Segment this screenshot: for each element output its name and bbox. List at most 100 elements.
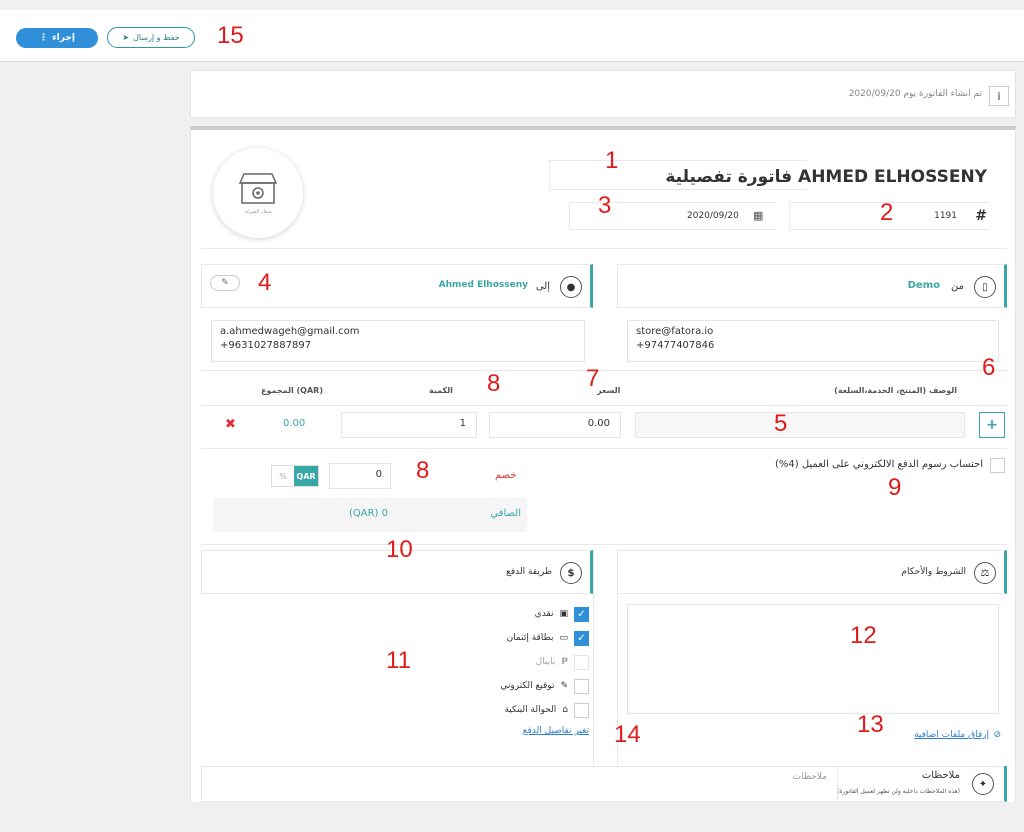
- signature-label: توقيع الكتروني: [500, 681, 555, 691]
- payment-method-signature[interactable]: ✎ توقيع الكتروني: [389, 675, 589, 697]
- notes-panel: ✦ ملاحظات (هذه الملاحظات داخلية ولن تظهر…: [201, 766, 1007, 802]
- quantity-header: الكمية: [429, 386, 453, 395]
- price-input[interactable]: 0.00: [489, 412, 621, 438]
- discount-type-toggle[interactable]: % QAR: [271, 465, 319, 487]
- total-header: المجموع (QAR): [261, 386, 323, 395]
- signature-checkbox[interactable]: [574, 678, 589, 694]
- paypal-icon: P: [561, 657, 568, 667]
- description-header: الوصف (المنتج، الخدمة،السلعة): [834, 386, 957, 395]
- cash-icon: ▣: [559, 609, 568, 619]
- card-label: بطاقة إئتمان: [506, 633, 554, 643]
- from-address[interactable]: store@fatora.io +97477407846: [627, 320, 999, 362]
- attach-files-link[interactable]: إرفاق ملفات اضافية: [914, 730, 989, 740]
- to-address[interactable]: a.ahmedwageh@gmail.com +9631027887897: [211, 320, 585, 362]
- save-send-label: حفظ و إرسال: [133, 33, 180, 42]
- info-icon: i: [989, 86, 1009, 106]
- annotation-13: 13: [857, 711, 884, 738]
- net-label: الصافي: [490, 508, 521, 519]
- from-phone: +97477407846: [636, 340, 715, 351]
- from-panel-header: ▯ من Demo: [617, 264, 1007, 308]
- payment-method-paypal[interactable]: P بايبال: [389, 651, 589, 673]
- pin-icon: ✦: [972, 773, 994, 795]
- more-vertical-icon: ⋮: [39, 33, 49, 43]
- divider: [201, 405, 1007, 406]
- invoice-date: 2020/09/20: [687, 211, 739, 221]
- to-phone: +9631027887897: [220, 340, 312, 351]
- payment-method-bank[interactable]: ⌂ الحوالة البنكية: [389, 699, 589, 721]
- paperclip-icon[interactable]: ⊘: [993, 730, 1001, 740]
- info-bar: i تم انشاء الفاتورة يوم 2020/09/20: [190, 70, 1016, 118]
- divider: [201, 544, 1007, 545]
- invoice-number: 1191: [934, 211, 957, 221]
- calendar-icon[interactable]: ▦: [753, 209, 763, 222]
- notes-title: ملاحظات: [921, 770, 960, 781]
- annotation-6: 6: [982, 354, 996, 381]
- discount-label: خصم: [495, 470, 517, 481]
- net-total-box: الصافي (QAR) 0: [213, 498, 527, 532]
- annotation-9: 9: [888, 474, 902, 501]
- action-button[interactable]: ⋮ إجراء: [16, 28, 98, 48]
- edit-client-icon[interactable]: ✎: [210, 275, 240, 291]
- credit-card-icon: ▭: [559, 633, 568, 643]
- add-item-button[interactable]: +: [979, 412, 1005, 438]
- annotation-8b: 8: [416, 457, 430, 484]
- cash-checkbox[interactable]: ✓: [574, 606, 589, 622]
- price-header: السعر: [597, 386, 621, 395]
- discount-input[interactable]: 0: [329, 463, 391, 489]
- item-total: 0.00: [283, 418, 306, 429]
- to-label: إلى: [535, 281, 550, 292]
- annotation-1: 1: [605, 147, 619, 174]
- annotation-5: 5: [774, 410, 788, 437]
- invoice-title: فاتورة تفصيلية AHMED ELHOSSENY: [665, 167, 987, 187]
- send-icon: ➤: [122, 33, 130, 42]
- divider: [201, 370, 1007, 371]
- annotation-7: 7: [586, 365, 600, 392]
- pen-icon: ✎: [560, 681, 568, 691]
- paypal-checkbox[interactable]: [574, 654, 589, 670]
- dollar-icon: $: [560, 562, 582, 584]
- payment-methods-list: ✓ ▣ نقدي ✓ ▭ بطاقة إئتمان P بايبال ✎ توق…: [389, 603, 589, 736]
- user-icon: ●: [560, 276, 582, 298]
- delete-item-icon[interactable]: ✖: [225, 417, 236, 432]
- terms-title: الشروط والأحكام: [901, 567, 966, 577]
- action-button-label: إجراء: [52, 33, 75, 43]
- annotation-3: 3: [598, 192, 612, 219]
- bank-checkbox[interactable]: [574, 702, 589, 718]
- from-label: من: [951, 281, 964, 292]
- quantity-input[interactable]: 1: [341, 412, 477, 438]
- payment-title: طريقة الدفع: [506, 567, 552, 577]
- terms-textarea[interactable]: [627, 604, 999, 714]
- from-name: Demo: [907, 280, 940, 291]
- to-name: Ahmed Elhosseny: [438, 280, 528, 290]
- net-value: (QAR) 0: [349, 508, 389, 519]
- change-payment-link[interactable]: تغير تفاصيل الدفع: [523, 726, 589, 736]
- description-input[interactable]: [635, 412, 965, 438]
- terms-panel-header: ⚖ الشروط والأحكام: [617, 550, 1007, 594]
- payment-method-card[interactable]: ✓ ▭ بطاقة إئتمان: [389, 627, 589, 649]
- card-checkbox[interactable]: ✓: [574, 630, 589, 646]
- bank-icon: ⌂: [562, 705, 568, 715]
- divider: [201, 248, 1007, 249]
- to-email: a.ahmedwageh@gmail.com: [220, 326, 360, 337]
- logo-caption: شعار الشركة: [244, 209, 272, 215]
- scale-icon: ⚖: [974, 562, 996, 584]
- from-email: store@fatora.io: [636, 326, 714, 337]
- currency-option[interactable]: QAR: [294, 466, 318, 486]
- annotation-15: 15: [217, 22, 244, 49]
- paypal-label: بايبال: [535, 657, 556, 667]
- info-text: تم انشاء الفاتورة يوم 2020/09/20: [848, 89, 982, 99]
- save-send-button[interactable]: ➤ حفظ و إرسال: [107, 27, 195, 48]
- notes-input[interactable]: ملاحظات: [202, 766, 838, 800]
- fee-label: احتساب رسوم الدفع الالكتروني على العميل …: [774, 459, 983, 470]
- fee-checkbox[interactable]: [990, 458, 1005, 473]
- notes-placeholder: ملاحظات: [792, 772, 827, 782]
- bank-label: الحوالة البنكية: [504, 705, 557, 715]
- cash-label: نقدي: [534, 609, 554, 619]
- company-logo[interactable]: شعار الشركة: [213, 148, 303, 238]
- annotation-8: 8: [487, 370, 501, 397]
- store-icon: [238, 173, 278, 204]
- divider: [593, 550, 594, 766]
- annotation-12: 12: [850, 622, 877, 649]
- percent-option[interactable]: %: [272, 466, 294, 486]
- payment-method-cash[interactable]: ✓ ▣ نقدي: [389, 603, 589, 625]
